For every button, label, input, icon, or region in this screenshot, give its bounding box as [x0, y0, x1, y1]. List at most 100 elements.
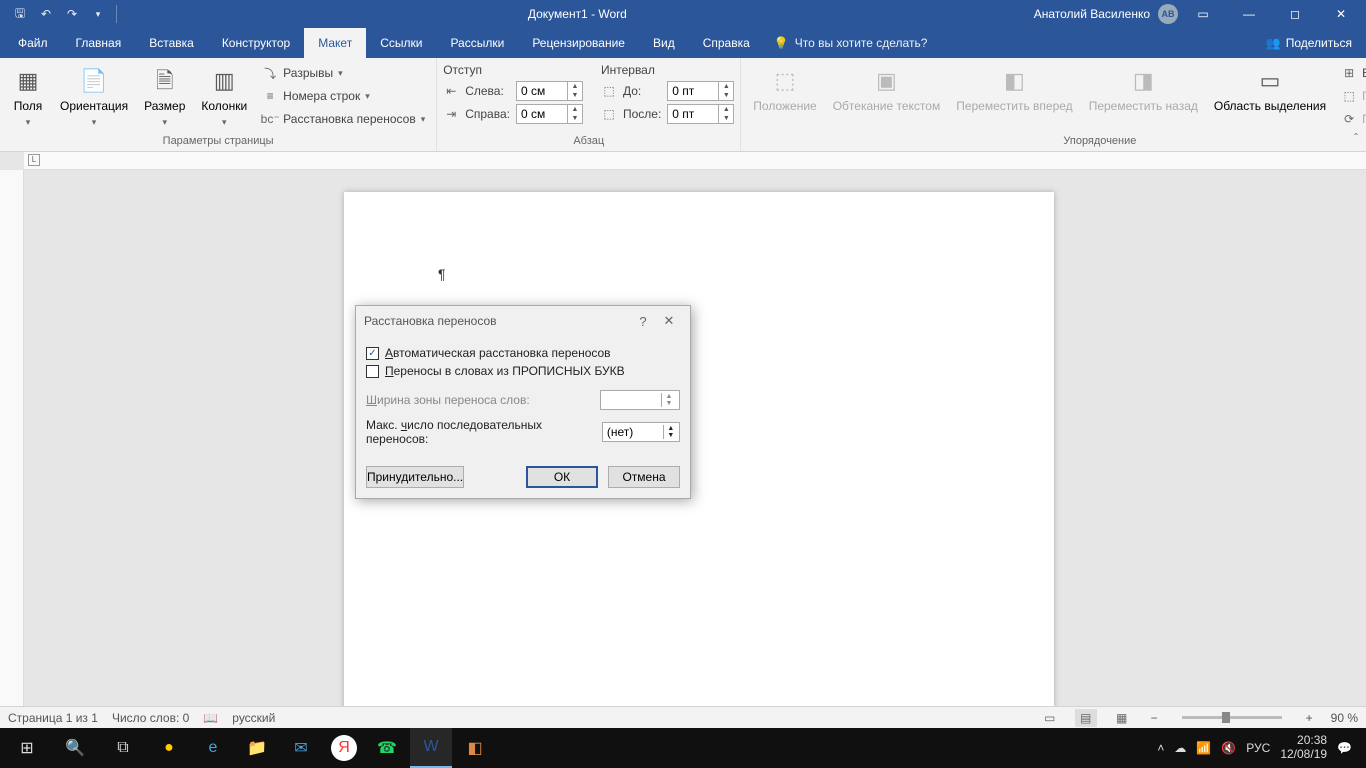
max-consecutive-input[interactable]: [603, 425, 663, 439]
dialog-help-icon[interactable]: ?: [630, 314, 656, 329]
cloud-icon[interactable]: ☁: [1174, 741, 1186, 755]
wrap-text-button[interactable]: ▣Обтекание текстом: [827, 61, 946, 118]
tab-help[interactable]: Справка: [689, 28, 764, 58]
max-consecutive-field[interactable]: ▲▼: [602, 422, 680, 442]
spin-down-icon[interactable]: ▼: [664, 432, 678, 439]
spellcheck-icon[interactable]: 📖: [203, 711, 218, 725]
web-layout-icon[interactable]: ▦: [1111, 709, 1133, 727]
zoom-out-icon[interactable]: −: [1147, 711, 1162, 725]
spin-down-icon[interactable]: ▼: [662, 400, 676, 407]
bring-forward-button[interactable]: ◧Переместить вперед: [950, 61, 1078, 118]
explorer-icon[interactable]: 📁: [236, 728, 278, 768]
zoom-in-icon[interactable]: +: [1302, 711, 1317, 725]
tab-layout[interactable]: Макет: [304, 28, 366, 58]
tray-expand-icon[interactable]: ˄: [1157, 741, 1164, 755]
language-status[interactable]: русский: [232, 711, 275, 725]
whatsapp-icon[interactable]: ☎: [366, 728, 408, 768]
notifications-icon[interactable]: 💬: [1337, 741, 1352, 755]
tab-references[interactable]: Ссылки: [366, 28, 436, 58]
align-button[interactable]: ⊞Выровнять: [1336, 63, 1366, 83]
ok-button[interactable]: ОК: [526, 466, 598, 488]
spacing-after-input[interactable]: [668, 107, 718, 121]
task-view-icon[interactable]: ⧉: [100, 728, 146, 768]
spin-down-icon[interactable]: ▼: [568, 114, 582, 123]
spin-down-icon[interactable]: ▼: [719, 114, 733, 123]
selection-pane-button[interactable]: ▭Область выделения: [1208, 61, 1332, 118]
spin-down-icon[interactable]: ▼: [568, 91, 582, 100]
spin-up-icon[interactable]: ▲: [568, 105, 582, 114]
word-count[interactable]: Число слов: 0: [112, 711, 189, 725]
spin-up-icon[interactable]: ▲: [568, 82, 582, 91]
yandex-icon[interactable]: Я: [331, 735, 357, 761]
tab-selector[interactable]: L: [28, 154, 40, 166]
clock[interactable]: 20:3812/08/19: [1280, 734, 1327, 762]
read-mode-icon[interactable]: ▭: [1039, 709, 1061, 727]
close-icon[interactable]: ✕: [1320, 0, 1362, 28]
spin-up-icon[interactable]: ▲: [662, 393, 676, 400]
indent-right-field[interactable]: ▲▼: [516, 104, 583, 124]
spacing-before-input[interactable]: [668, 84, 718, 98]
word-taskbar-icon[interactable]: W: [410, 728, 452, 768]
spin-down-icon[interactable]: ▼: [719, 91, 733, 100]
columns-button[interactable]: ▥Колонки▾: [195, 61, 253, 131]
dialog-close-icon[interactable]: ✕: [656, 313, 682, 329]
zoom-level[interactable]: 90 %: [1331, 711, 1358, 725]
vertical-ruler[interactable]: [0, 170, 24, 706]
position-button[interactable]: ⬚Положение: [747, 61, 822, 118]
tell-me[interactable]: 💡Что вы хотите сделать?: [774, 28, 928, 58]
zoom-thumb[interactable]: [1222, 712, 1230, 723]
document-area[interactable]: ¶: [24, 170, 1366, 706]
hyphenation-button[interactable]: bc⁻Расстановка переносов: [257, 109, 430, 129]
spin-up-icon[interactable]: ▲: [664, 425, 678, 432]
line-numbers-button[interactable]: ≡Номера строк: [257, 86, 430, 106]
wifi-icon[interactable]: 📶: [1196, 741, 1211, 755]
size-button[interactable]: 🗎Размер▾: [138, 61, 191, 131]
breaks-button[interactable]: ⤵Разрывы: [257, 63, 430, 83]
print-layout-icon[interactable]: ▤: [1075, 709, 1097, 727]
hyphenation-zone-input[interactable]: [601, 393, 661, 407]
undo-icon[interactable]: ↶: [34, 2, 58, 26]
hyphenation-zone-field[interactable]: ▲▼: [600, 390, 680, 410]
save-icon[interactable]: 🖫: [8, 2, 32, 26]
tab-review[interactable]: Рецензирование: [518, 28, 639, 58]
yandex-browser-icon[interactable]: ●: [148, 728, 190, 768]
cancel-button[interactable]: Отмена: [608, 466, 680, 488]
spacing-before-field[interactable]: ▲▼: [667, 81, 734, 101]
user-avatar[interactable]: АВ: [1158, 4, 1178, 24]
caps-hyphenation-checkbox[interactable]: Переносы в словах из ПРОПИСНЫХ БУКВ: [366, 362, 680, 380]
tab-file[interactable]: Файл: [4, 28, 62, 58]
user-name[interactable]: Анатолий Василенко: [1034, 7, 1150, 21]
dialog-titlebar[interactable]: Расстановка переносов ? ✕: [356, 306, 690, 336]
horizontal-ruler[interactable]: L: [24, 152, 1366, 170]
start-button[interactable]: ⊞: [4, 728, 50, 768]
manual-button[interactable]: Принудительно...: [366, 466, 464, 488]
share-button[interactable]: 👥Поделиться: [1252, 28, 1366, 58]
minimize-icon[interactable]: ―: [1228, 0, 1270, 28]
mail-icon[interactable]: ✉: [280, 728, 322, 768]
spacing-after-field[interactable]: ▲▼: [667, 104, 734, 124]
orientation-button[interactable]: 📄Ориентация▾: [54, 61, 134, 131]
page-count[interactable]: Страница 1 из 1: [8, 711, 98, 725]
tab-view[interactable]: Вид: [639, 28, 689, 58]
auto-hyphenation-checkbox[interactable]: ✓ Автоматическая расстановка переносов: [366, 344, 680, 362]
volume-icon[interactable]: 🔇: [1221, 741, 1236, 755]
tab-mailings[interactable]: Рассылки: [436, 28, 518, 58]
app-icon[interactable]: ◧: [454, 728, 496, 768]
margins-button[interactable]: ▦Поля▾: [6, 61, 50, 131]
tab-insert[interactable]: Вставка: [135, 28, 208, 58]
tab-design[interactable]: Конструктор: [208, 28, 304, 58]
language-indicator[interactable]: РУС: [1246, 741, 1270, 755]
indent-right-input[interactable]: [517, 107, 567, 121]
zoom-slider[interactable]: [1182, 716, 1282, 719]
spin-up-icon[interactable]: ▲: [719, 82, 733, 91]
ribbon-display-icon[interactable]: ▭: [1182, 0, 1224, 28]
spin-up-icon[interactable]: ▲: [719, 105, 733, 114]
edge-icon[interactable]: e: [192, 728, 234, 768]
redo-icon[interactable]: ↷: [60, 2, 84, 26]
maximize-icon[interactable]: ◻: [1274, 0, 1316, 28]
collapse-ribbon-icon[interactable]: ˆ: [1354, 131, 1358, 145]
send-backward-button[interactable]: ◨Переместить назад: [1083, 61, 1204, 118]
indent-left-field[interactable]: ▲▼: [516, 81, 583, 101]
qat-customize-icon[interactable]: ▾: [86, 2, 110, 26]
tab-home[interactable]: Главная: [62, 28, 136, 58]
